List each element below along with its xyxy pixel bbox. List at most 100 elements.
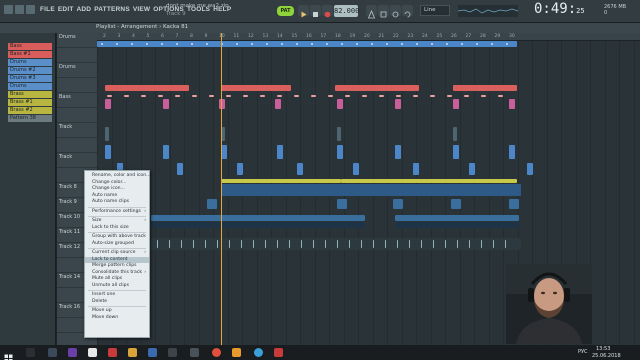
drums-note[interactable] [296,43,298,45]
audio-peak[interactable] [157,240,158,248]
bass-note[interactable] [311,95,316,97]
blue-clip[interactable] [395,145,401,159]
track-header[interactable] [57,48,97,63]
drums-note[interactable] [491,43,493,45]
bass-note[interactable] [175,95,180,97]
drums-note[interactable] [236,43,238,45]
drums-note[interactable] [446,43,448,45]
track-header[interactable]: Drums [57,33,97,48]
picker-item[interactable]: Drums #3 [8,75,52,82]
chrome-icon[interactable] [212,348,221,357]
drums-note[interactable] [116,43,118,45]
context-menu-item[interactable]: Unmute all clips [85,283,149,290]
picker-item[interactable]: Pattern 38 [8,115,52,122]
picker-item[interactable]: Brass [8,91,52,98]
bass-note[interactable] [328,95,333,97]
bass-note[interactable] [379,95,384,97]
pink-clip[interactable] [337,99,343,109]
trigger-clip[interactable] [337,127,341,141]
pattern-song-toggle[interactable]: PAT [277,6,294,16]
picker-item[interactable]: Drums [8,59,52,66]
audio-peak[interactable] [169,240,170,248]
synth-notes[interactable] [395,222,519,228]
pink-clip[interactable] [219,99,225,109]
bass-note[interactable] [158,95,163,97]
close-icon[interactable] [26,5,35,14]
menu-edit[interactable]: EDIT [58,6,74,13]
audio-peak[interactable] [205,240,206,248]
bass-note[interactable] [277,95,282,97]
bass-note[interactable] [209,95,214,97]
menu-patterns[interactable]: PATTERNS [94,6,130,13]
drums-note[interactable] [371,43,373,45]
drums-note[interactable] [161,43,163,45]
audio-peak[interactable] [349,240,350,248]
audio-peak[interactable] [289,240,290,248]
language-indicator[interactable]: РУС [578,349,588,355]
bass-note[interactable] [430,95,435,97]
context-menu-item[interactable]: Auto-size grouped [85,241,149,248]
track-header[interactable]: Bass [57,93,97,108]
context-menu-item[interactable]: Lock to this size [85,225,149,232]
audio-peak[interactable] [433,240,434,248]
bass-clip[interactable] [105,85,189,91]
arp-clip[interactable] [393,199,403,209]
playhead[interactable] [221,33,222,345]
context-menu-item[interactable]: Move down [85,315,149,322]
audio-peak[interactable] [229,240,230,248]
pink-clip[interactable] [105,99,111,109]
telegram-icon[interactable] [254,348,263,357]
bass-clip[interactable] [335,85,419,91]
bass-clip[interactable] [221,85,291,91]
picker-item[interactable]: Drums [8,83,52,90]
menu-file[interactable]: FILE [40,6,55,13]
audio-peak[interactable] [481,240,482,248]
arp-clip[interactable] [509,199,519,209]
bass-note[interactable] [396,95,401,97]
loop-record-button[interactable] [402,5,413,18]
windows-start-icon[interactable] [4,348,13,360]
track-header[interactable]: Track [57,153,97,168]
bass-note[interactable] [447,95,452,97]
bass-note[interactable] [124,95,129,97]
audio-peak[interactable] [421,240,422,248]
bass-note[interactable] [362,95,367,97]
track-header[interactable] [57,108,97,123]
blue-clip[interactable] [297,163,303,175]
synth-notes[interactable] [151,222,365,228]
track-header[interactable] [57,138,97,153]
bass-note[interactable] [413,95,418,97]
bass-note[interactable] [243,95,248,97]
bass-note[interactable] [260,95,265,97]
audio-peak[interactable] [181,240,182,248]
audio-peak[interactable] [397,240,398,248]
audio-peak[interactable] [505,240,506,248]
drums-note[interactable] [146,43,148,45]
arp-clip[interactable] [337,199,347,209]
pink-clip[interactable] [453,99,459,109]
synth-clip[interactable] [395,215,519,221]
menu-add[interactable]: ADD [77,6,92,13]
drums-note[interactable] [341,43,343,45]
pink-clip[interactable] [509,99,515,109]
blue-clip[interactable] [163,145,169,159]
bass-note[interactable] [294,95,299,97]
audio-peak[interactable] [325,240,326,248]
drums-note[interactable] [101,43,103,45]
picker-item[interactable]: Drums #2 [8,67,52,74]
trigger-clip[interactable] [453,127,457,141]
arp-clip[interactable] [451,199,461,209]
drums-note[interactable] [431,43,433,45]
stop-button[interactable] [310,5,321,17]
bass-note[interactable] [141,95,146,97]
record-button[interactable] [322,5,333,18]
bass-clip[interactable] [453,85,517,91]
blue-clip[interactable] [105,145,111,159]
blend-button[interactable] [390,5,401,18]
drums-note[interactable] [506,43,508,45]
audio-peak[interactable] [217,240,218,248]
task-view-icon[interactable] [48,348,57,357]
audio-peak[interactable] [253,240,254,248]
audio-peak[interactable] [265,240,266,248]
search-icon[interactable] [26,348,35,357]
